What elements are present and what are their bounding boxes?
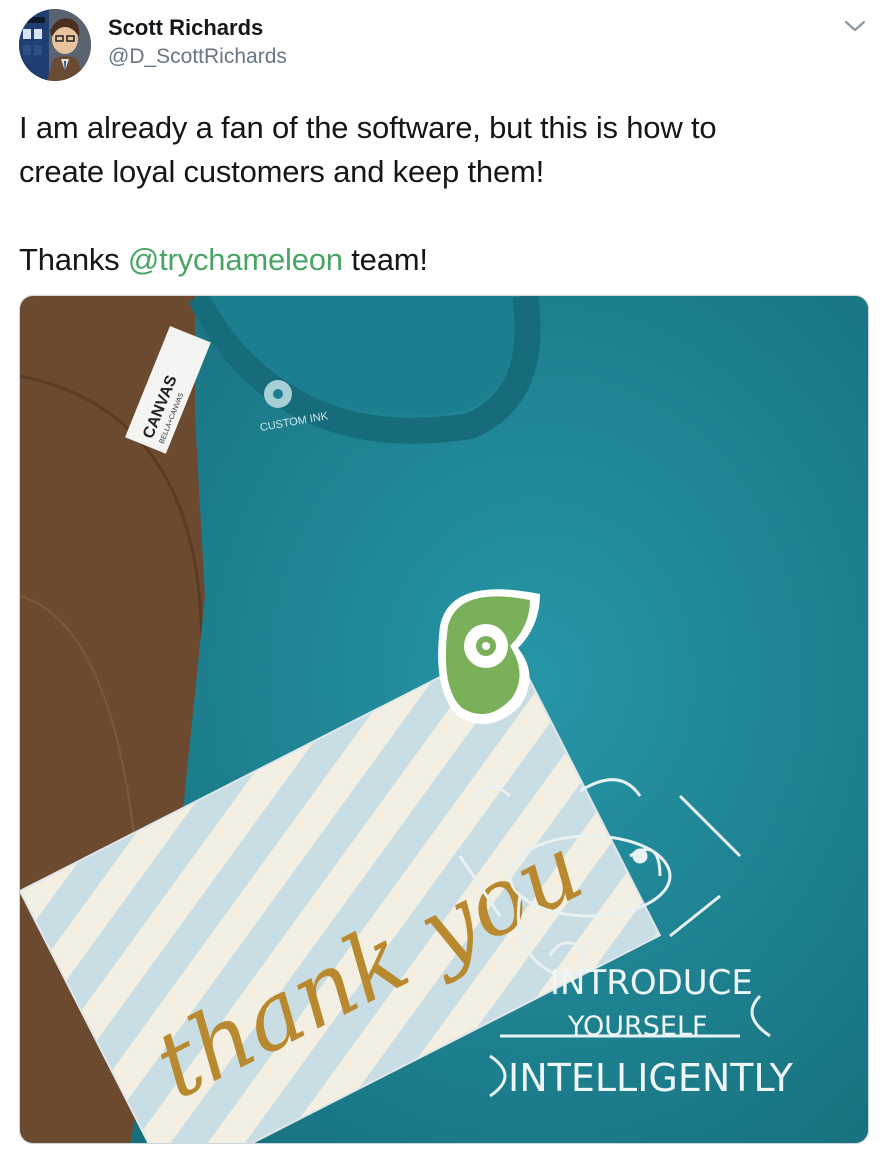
print-line-3: INTELLIGENTLY [508,1056,794,1100]
author-name[interactable]: Scott Richards [108,14,263,42]
thanks-text: Thanks [19,242,128,277]
tweet-photo[interactable]: CANVAS BELLA+CANVAS CUSTOM INK thank you [19,295,869,1144]
tweet-text-line-1: I am already a fan of the software, but … [19,110,717,145]
chevron-down-icon[interactable] [842,16,868,36]
tweet-text-line-2: create loyal customers and keep them! [19,154,545,189]
author-handle[interactable]: @D_ScottRichards [108,43,287,71]
tweet-card: Scott Richards @D_ScottRichards I am alr… [0,0,886,1154]
team-text: team! [342,242,428,277]
mention-link[interactable]: @trychameleon [128,242,343,277]
print-line-1: INTRODUCE [550,963,753,1003]
author-avatar[interactable] [19,9,91,81]
tweet-text-line-3: Thanks @trychameleon team! [19,238,859,282]
avatar-doctor-who-icon [19,9,91,81]
tweet-text: I am already a fan of the software, but … [19,106,859,282]
print-line-2: YOURSELF [567,1011,708,1042]
